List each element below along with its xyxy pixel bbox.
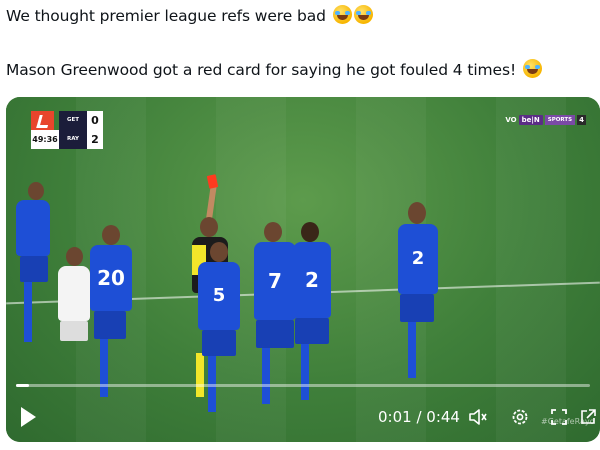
home-score: 0 [87, 111, 103, 130]
tweet-text-line-1: We thought premier league refs were bad [6, 5, 373, 26]
current-time: 0:01 [378, 408, 412, 426]
fullscreen-icon[interactable] [549, 407, 569, 427]
away-team-abbr: RAY [59, 130, 87, 149]
league-logo-icon [31, 111, 54, 130]
tweet-text: We thought premier league refs were bad [6, 7, 326, 25]
shirt-number: 20 [90, 245, 132, 311]
settings-gear-icon[interactable] [510, 407, 530, 427]
video-progress-bar[interactable] [16, 384, 590, 387]
tears-of-joy-emoji-icon [353, 5, 373, 24]
play-button[interactable] [19, 407, 37, 427]
broadcaster-channel: 4 [577, 115, 586, 125]
pop-out-icon[interactable] [578, 407, 598, 427]
away-score: 2 [87, 130, 103, 149]
shirt-number: 2 [398, 224, 438, 294]
broadcaster-bein: be|N [518, 115, 543, 125]
tears-of-joy-emoji-icon [332, 5, 352, 24]
player-number-5: 5 [194, 242, 244, 427]
home-team-abbr: GET [59, 111, 87, 130]
shirt-number: 2 [293, 242, 331, 318]
scoreboard: 49:36 GET RAY 0 2 [31, 111, 103, 149]
video-progress-fill [16, 384, 30, 387]
video-player[interactable]: 49:36 GET RAY 0 2 VO be|N SPORTS 4 20 5 … [6, 97, 600, 442]
broadcaster-logo: VO be|N SPORTS 4 [505, 115, 586, 125]
tweet-text: Mason Greenwood got a red card for sayin… [6, 61, 517, 79]
shirt-number: 5 [198, 262, 240, 330]
broadcaster-vo: VO [505, 116, 517, 124]
tweet-text-line-2: Mason Greenwood got a red card for sayin… [6, 59, 542, 80]
duration: 0:44 [426, 408, 460, 426]
broadcaster-sports: SPORTS [544, 115, 576, 125]
player-greenwood-gesturing: 2 [392, 202, 444, 392]
player-left-edge [12, 182, 52, 382]
tears-of-joy-emoji-icon [522, 59, 542, 78]
time-separator: / [411, 408, 427, 426]
mute-icon[interactable] [468, 407, 488, 427]
video-time-display: 0:01 / 0:44 [378, 408, 460, 426]
match-clock: 49:36 [31, 130, 59, 149]
